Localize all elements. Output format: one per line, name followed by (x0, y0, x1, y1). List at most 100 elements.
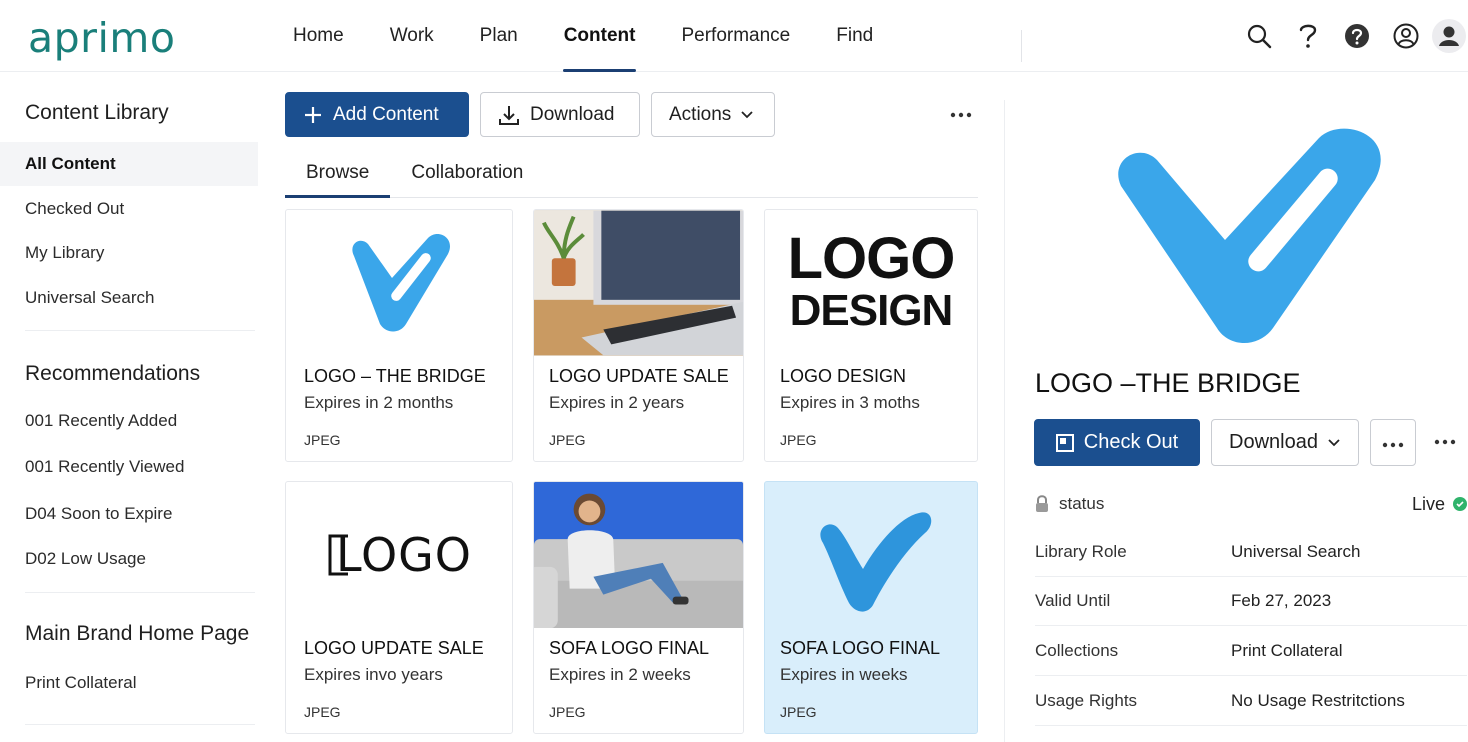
property-row-usage-rights: Usage Rights No Usage Restritctions (1035, 677, 1467, 726)
card-file-type: JPEG (549, 432, 586, 448)
status-row: status Live (1035, 489, 1467, 519)
asset-card[interactable]: LOGO LOGO UPDATE SALE Expires invo years… (285, 481, 513, 734)
content-tabs: Browse Collaboration (285, 148, 978, 198)
asset-card[interactable]: LOGO – THE BRIDGE Expires in 2 months JP… (285, 209, 513, 462)
sidebar-item-low-usage[interactable]: D02 Low Usage (0, 537, 258, 581)
card-expiry: Expires in 2 years (549, 393, 685, 412)
panel-download-label: Download (1229, 431, 1318, 453)
top-navigation-bar: aprimo Home Work Plan Content Performanc… (0, 0, 1468, 72)
nav-content[interactable]: Content (541, 0, 659, 72)
card-title: LOGO – THE BRIDGE (304, 366, 486, 386)
more-options-icon[interactable] (944, 103, 978, 127)
tab-collaboration[interactable]: Collaboration (390, 148, 544, 197)
nav-find[interactable]: Find (813, 0, 896, 72)
card-file-type: JPEG (780, 704, 817, 720)
add-content-button[interactable]: Add Content (285, 92, 469, 137)
property-value: Universal Search (1231, 542, 1361, 561)
property-value: Print Collateral (1231, 641, 1343, 660)
asset-card-selected[interactable]: SOFA LOGO FINAL Expires in weeks JPEG (764, 481, 978, 734)
panel-overflow-icon[interactable] (1430, 432, 1460, 452)
nav-divider (1021, 30, 1022, 62)
aprimo-logo[interactable]: aprimo (28, 14, 175, 62)
property-key: Collections (1035, 641, 1119, 660)
plus-icon (303, 105, 323, 125)
card-title: LOGO UPDATE SALE (304, 638, 484, 658)
content-library-title: Content Library (25, 101, 169, 124)
asset-detail-panel: LOGO –THE BRIDGE Check Out Download stat… (1004, 100, 1468, 742)
asset-card[interactable]: LOGO UPDATE SALE Expires in 2 years JPEG (533, 209, 744, 462)
logo-design-artwork: LOGO DESIGN (787, 226, 956, 335)
card-file-type: JPEG (304, 432, 341, 448)
card-expiry: Expires in 2 months (304, 393, 454, 412)
property-key: Usage Rights (1035, 691, 1138, 710)
asset-title: LOGO –THE BRIDGE (1035, 368, 1301, 398)
asset-card[interactable]: LOGO DESIGN LOGO DESIGN Expires in 3 mot… (764, 209, 978, 462)
download-icon (498, 104, 520, 126)
card-expiry: Expires invo years (304, 665, 443, 684)
download-button[interactable]: Download (480, 92, 640, 137)
logo-design-thumbnail: LOGO DESIGN (765, 210, 977, 356)
sidebar-item-recently-viewed[interactable]: 001 Recently Viewed (0, 445, 258, 489)
blue-check-swoosh-thumbnail (765, 482, 977, 628)
content-toolbar: Add Content Download Actions (285, 92, 775, 138)
asset-actions: Check Out Download (1034, 419, 1416, 466)
sidebar-item-checked-out[interactable]: Checked Out (0, 187, 258, 231)
property-key: Valid Until (1035, 591, 1111, 610)
panel-download-dropdown[interactable]: Download (1211, 419, 1359, 466)
live-check-icon (1453, 497, 1467, 511)
top-icon-group (1234, 0, 1468, 72)
avatar-icon[interactable] (1430, 12, 1468, 61)
blue-check-logo-thumbnail (286, 210, 512, 356)
property-row-library-role: Library Role Universal Search (1035, 528, 1467, 577)
sidebar-item-all-content[interactable]: All Content (0, 142, 258, 186)
help-icon[interactable] (1283, 12, 1332, 61)
card-file-type: JPEG (780, 432, 817, 448)
check-out-label: Check Out (1083, 431, 1179, 453)
nav-performance[interactable]: Performance (658, 0, 813, 72)
sidebar-item-recently-added[interactable]: 001 Recently Added (0, 399, 258, 443)
asset-card[interactable]: SOFA LOGO FINAL Expires in 2 weeks JPEG (533, 481, 744, 734)
nav-work[interactable]: Work (367, 0, 457, 72)
tab-browse[interactable]: Browse (285, 148, 391, 198)
property-row-valid-until: Valid Until Feb 27, 2023 (1035, 577, 1467, 626)
laptop-photo-thumbnail (534, 210, 743, 356)
search-icon[interactable] (1234, 12, 1283, 61)
user-circle-icon[interactable] (1381, 12, 1430, 61)
help-circle-filled-icon[interactable] (1332, 12, 1381, 61)
add-content-label: Add Content (333, 103, 439, 125)
status-live-text: Live (1411, 493, 1445, 514)
card-expiry: Expires in 3 moths (780, 393, 920, 412)
actions-dropdown[interactable]: Actions (651, 92, 775, 137)
chevron-down-icon (740, 110, 754, 120)
logo-outline-artwork: LOGO (326, 528, 472, 582)
property-key: Library Role (1035, 542, 1127, 561)
check-out-button[interactable]: Check Out (1034, 419, 1200, 466)
recommendations-title: Recommendations (25, 362, 201, 385)
more-horizontal-icon (1382, 431, 1404, 454)
property-row-collections: Collections Print Collateral (1035, 627, 1467, 676)
main-brand-title: Main Brand Home Page (25, 622, 250, 645)
card-title: SOFA LOGO FINAL (780, 638, 941, 658)
nav-plan[interactable]: Plan (457, 0, 541, 72)
asset-preview (1113, 122, 1385, 349)
left-sidebar: Content Library All Content Checked Out … (0, 72, 262, 742)
card-title: SOFA LOGO FINAL (549, 638, 710, 658)
checkout-icon (1055, 433, 1074, 452)
property-value: No Usage Restritctions (1231, 691, 1405, 710)
lock-icon (1035, 495, 1049, 513)
download-label: Download (530, 103, 615, 125)
status-label: status (1059, 494, 1105, 513)
sidebar-item-universal-search[interactable]: Universal Search (0, 276, 258, 320)
card-title: LOGO UPDATE SALE (549, 366, 729, 386)
card-file-type: JPEG (549, 704, 586, 720)
sidebar-item-soon-to-expire[interactable]: D04 Soon to Expire (0, 492, 258, 536)
panel-more-button[interactable] (1370, 419, 1416, 466)
sofa-photo-thumbnail (534, 482, 743, 628)
sidebar-divider (25, 724, 255, 725)
card-title: LOGO DESIGN (780, 366, 907, 386)
nav-home[interactable]: Home (270, 0, 367, 72)
card-expiry: Expires in 2 weeks (549, 665, 691, 684)
sidebar-item-print-collateral[interactable]: Print Collateral (0, 661, 258, 705)
sidebar-item-my-library[interactable]: My Library (0, 231, 258, 275)
chevron-down-icon (1327, 438, 1341, 448)
